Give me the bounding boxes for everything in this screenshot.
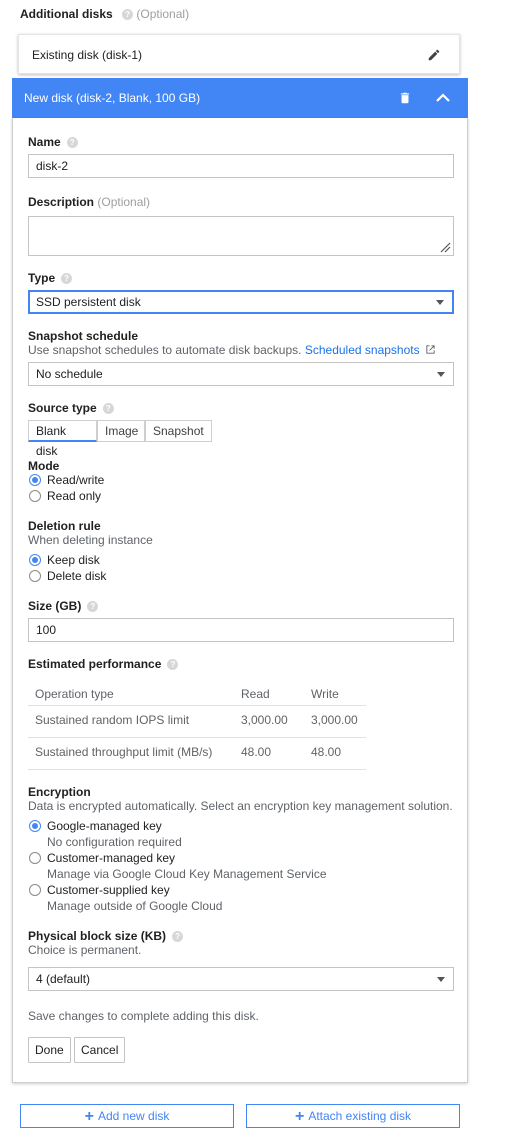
help-icon[interactable]: ? bbox=[61, 273, 73, 285]
cancel-button[interactable]: Cancel bbox=[74, 1037, 126, 1063]
plus-icon: + bbox=[294, 1108, 305, 1125]
name-input[interactable]: disk-2 bbox=[28, 154, 454, 178]
table-header-row: Operation type Read Write bbox=[28, 680, 366, 706]
radio-customer-managed-key[interactable] bbox=[29, 852, 41, 864]
help-icon[interactable]: ? bbox=[172, 931, 184, 943]
radio-customer-supplied-key[interactable] bbox=[29, 884, 41, 896]
encryption-sub: Data is encrypted automatically. Select … bbox=[28, 799, 453, 813]
tab-blank-disk[interactable]: Blank disk bbox=[28, 420, 97, 458]
radio-keep-disk[interactable] bbox=[29, 554, 41, 566]
read-write-label: Read/write bbox=[47, 473, 105, 487]
help-icon[interactable]: ? bbox=[167, 659, 179, 671]
customer-supplied-key-label: Customer-supplied key bbox=[47, 883, 170, 897]
size-input[interactable]: 100 bbox=[28, 618, 454, 642]
block-size-select[interactable]: 4 (default) bbox=[28, 967, 454, 991]
deletion-rule-label: Deletion rule bbox=[28, 519, 101, 533]
help-icon[interactable]: ? bbox=[87, 601, 99, 613]
done-button[interactable]: Done bbox=[28, 1037, 71, 1063]
new-disk-header[interactable]: New disk (disk-2, Blank, 100 GB) bbox=[12, 78, 468, 118]
table-cell: Sustained random IOPS limit bbox=[35, 713, 190, 727]
add-new-disk-button[interactable]: + Add new disk bbox=[20, 1104, 234, 1128]
footer-note: Save changes to complete adding this dis… bbox=[28, 1009, 259, 1023]
pencil-icon[interactable] bbox=[427, 48, 441, 62]
keep-disk-label: Keep disk bbox=[47, 553, 100, 567]
optional-label: (Optional) bbox=[136, 7, 190, 21]
header-operation: Operation type bbox=[35, 687, 114, 701]
type-select[interactable]: SSD persistent disk bbox=[28, 290, 454, 314]
existing-disk-card[interactable]: Existing disk (disk-1) bbox=[18, 34, 460, 74]
radio-read-only[interactable] bbox=[29, 490, 41, 502]
customer-supplied-key-desc: Manage outside of Google Cloud bbox=[47, 899, 223, 913]
description-label: Description (Optional) bbox=[28, 195, 151, 209]
radio-delete-disk[interactable] bbox=[29, 570, 41, 582]
snapshot-schedule-select[interactable]: No schedule bbox=[28, 362, 454, 386]
trash-icon[interactable] bbox=[398, 91, 412, 105]
read-only-label: Read only bbox=[47, 489, 102, 503]
customer-managed-key-label: Customer-managed key bbox=[47, 851, 176, 865]
mode-label: Mode bbox=[28, 459, 60, 473]
table-cell: 3,000.00 bbox=[311, 713, 358, 727]
new-disk-title: New disk (disk-2, Blank, 100 GB) bbox=[24, 91, 201, 105]
tab-snapshot[interactable]: Snapshot bbox=[145, 420, 212, 442]
block-size-sub: Choice is permanent. bbox=[28, 943, 142, 957]
table-cell: 3,000.00 bbox=[241, 713, 288, 727]
attach-existing-disk-button[interactable]: + Attach existing disk bbox=[246, 1104, 460, 1128]
chevron-up-icon[interactable] bbox=[435, 91, 451, 105]
size-label: Size (GB)? bbox=[28, 599, 99, 613]
delete-disk-label: Delete disk bbox=[47, 569, 107, 583]
dropdown-arrow-icon bbox=[437, 977, 445, 982]
scheduled-snapshots-link[interactable]: Scheduled snapshots bbox=[305, 343, 420, 357]
dropdown-arrow-icon bbox=[437, 372, 445, 377]
plus-icon: + bbox=[84, 1108, 94, 1125]
table-row: Sustained random IOPS limit 3,000.00 3,0… bbox=[28, 706, 366, 738]
customer-managed-key-desc: Manage via Google Cloud Key Management S… bbox=[47, 867, 327, 881]
section-title: Additional disks ? (Optional) bbox=[20, 7, 190, 21]
dropdown-arrow-icon bbox=[436, 300, 444, 305]
tab-image[interactable]: Image bbox=[97, 420, 145, 442]
table-cell: Sustained throughput limit (MB/s) bbox=[35, 745, 213, 759]
table-cell: 48.00 bbox=[241, 745, 272, 759]
type-label: Type? bbox=[28, 271, 73, 285]
radio-read-write[interactable] bbox=[29, 474, 41, 486]
table-row: Sustained throughput limit (MB/s) 48.00 … bbox=[28, 738, 366, 770]
encryption-label: Encryption bbox=[28, 785, 91, 799]
external-link-icon[interactable] bbox=[425, 344, 436, 355]
deletion-rule-sub: When deleting instance bbox=[28, 533, 153, 547]
description-textarea[interactable] bbox=[28, 216, 454, 256]
resize-handle-icon[interactable] bbox=[439, 241, 451, 253]
source-type-label: Source type? bbox=[28, 401, 114, 415]
name-label: Name? bbox=[28, 135, 78, 149]
radio-google-managed-key[interactable] bbox=[29, 820, 41, 832]
snapshot-label: Snapshot schedule bbox=[28, 329, 139, 343]
help-icon[interactable]: ? bbox=[102, 403, 114, 415]
header-write: Write bbox=[311, 687, 339, 701]
snapshot-help-text: Use snapshot schedules to automate disk … bbox=[28, 343, 436, 357]
table-cell: 48.00 bbox=[311, 745, 342, 759]
block-size-label: Physical block size (KB)? bbox=[28, 929, 184, 943]
existing-disk-label: Existing disk (disk-1) bbox=[32, 48, 143, 62]
help-icon[interactable]: ? bbox=[66, 137, 78, 149]
google-managed-key-label: Google-managed key bbox=[47, 819, 162, 833]
performance-label: Estimated performance? bbox=[28, 657, 179, 671]
help-icon[interactable]: ? bbox=[122, 9, 134, 21]
header-read: Read bbox=[241, 687, 270, 701]
google-managed-key-desc: No configuration required bbox=[47, 835, 182, 849]
